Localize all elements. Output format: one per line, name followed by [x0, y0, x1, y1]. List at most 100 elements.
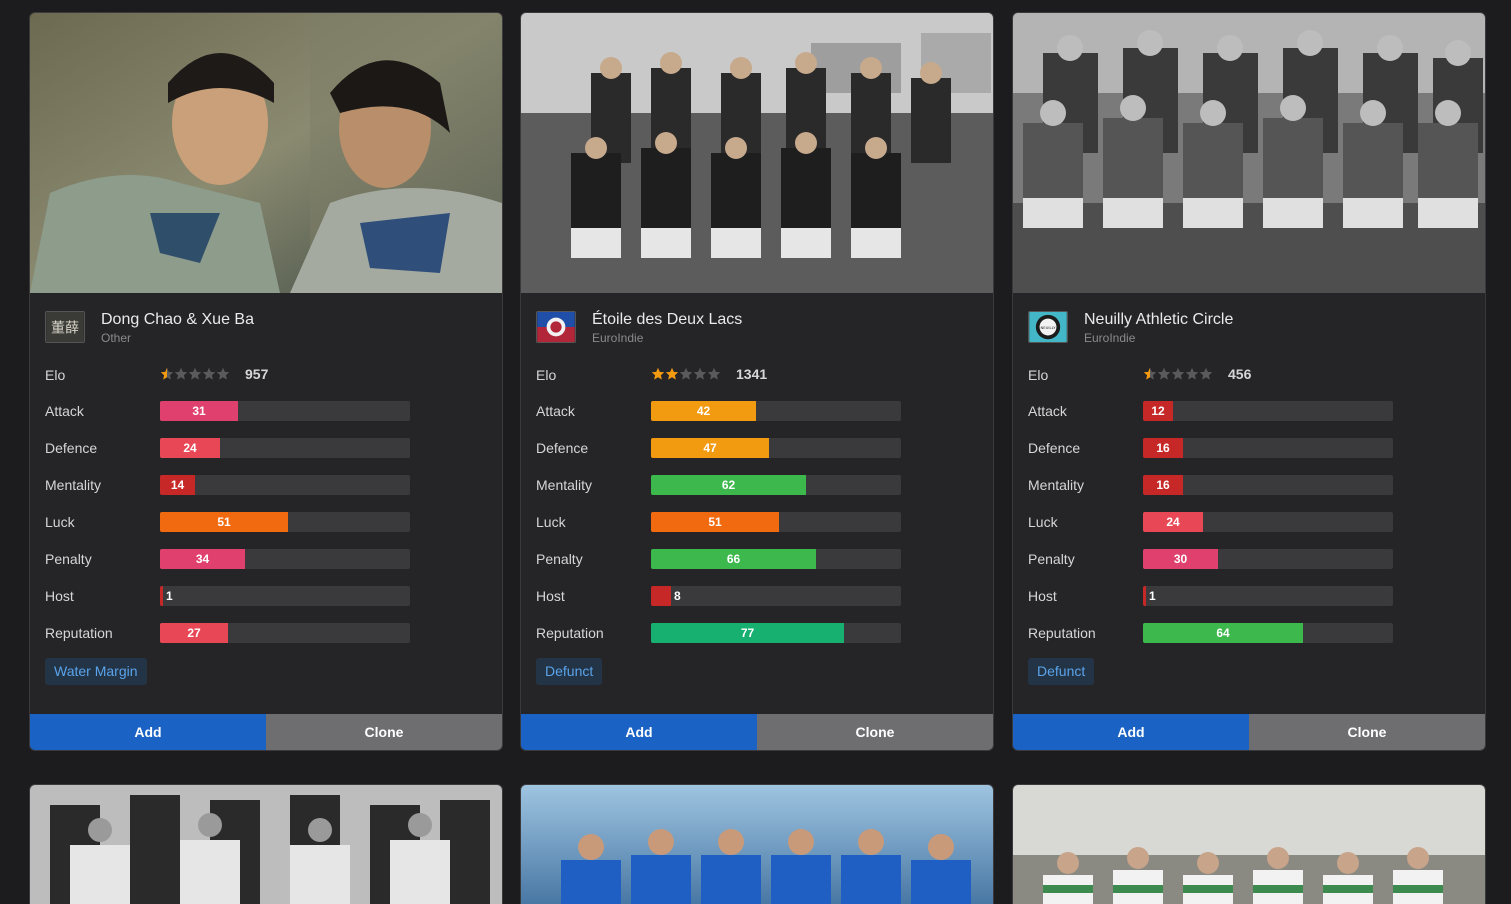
team-tag[interactable]: Defunct	[1028, 658, 1095, 685]
stat-bar-track: 64	[1143, 623, 1393, 643]
elo-value: 456	[1228, 366, 1252, 382]
stat-label: Host	[1028, 588, 1057, 604]
team-name: Étoile des Deux Lacs	[592, 311, 743, 328]
stat-row-reputation: Reputation 64	[1028, 623, 1468, 643]
stat-row-reputation: Reputation 77	[536, 623, 976, 643]
elo-label: Elo	[45, 367, 66, 383]
team-photo	[521, 13, 993, 293]
stat-row-mentality: Mentality 14	[45, 475, 485, 495]
stat-label: Defence	[536, 440, 589, 456]
stat-value: 1	[166, 589, 173, 603]
team-logo: 董薛	[45, 311, 85, 343]
team-tag[interactable]: Water Margin	[45, 658, 147, 685]
team-photo	[30, 785, 502, 904]
clone-button[interactable]: Clone	[757, 714, 993, 750]
stat-value: 27	[187, 626, 201, 640]
stat-bar-track: 66	[651, 549, 901, 569]
team-card: 董薛 Dong Chao & Xue Ba Other Elo 957 Atta…	[29, 12, 503, 751]
stat-value: 16	[1156, 441, 1170, 455]
stat-bar-track: 77	[651, 623, 901, 643]
star-icons	[160, 367, 230, 380]
stat-bar-track: 62	[651, 475, 901, 495]
stat-value: 62	[721, 478, 736, 492]
team-logo: NEUILLY	[1028, 311, 1068, 343]
stat-label: Luck	[45, 514, 75, 530]
star-icon	[174, 367, 188, 380]
team-league: Other	[101, 331, 132, 345]
elo-row: Elo 957	[45, 365, 485, 385]
stat-value: 34	[195, 552, 210, 566]
star-icon	[693, 367, 707, 380]
stat-row-luck: Luck 24	[1028, 512, 1468, 532]
star-icon	[1157, 367, 1171, 380]
stat-label: Luck	[536, 514, 566, 530]
team-name: Dong Chao & Xue Ba	[101, 311, 254, 328]
elo-label: Elo	[1028, 367, 1049, 383]
stat-row-host: Host 1	[1028, 586, 1468, 606]
stat-bar-fill	[651, 586, 671, 606]
star-rating	[1143, 367, 1215, 383]
star-icon	[1199, 367, 1213, 380]
stat-value: 77	[740, 626, 755, 640]
stat-row-attack: Attack 42	[536, 401, 976, 421]
logo-text: NEUILLY	[1041, 326, 1057, 330]
stat-value: 14	[170, 478, 185, 492]
star-rating	[160, 367, 232, 383]
stat-bar-track: 8	[651, 586, 901, 606]
stat-value: 30	[1173, 552, 1188, 566]
stat-row-reputation: Reputation 27	[45, 623, 485, 643]
stat-label: Attack	[536, 403, 575, 419]
add-button[interactable]: Add	[1013, 714, 1249, 750]
star-rating	[651, 367, 723, 383]
logo-text: 董薛	[51, 321, 79, 337]
elo-value: 1341	[736, 366, 768, 382]
team-tag[interactable]: Defunct	[536, 658, 603, 685]
team-card	[29, 784, 503, 904]
stat-value: 31	[192, 404, 206, 418]
stat-label: Host	[45, 588, 74, 604]
star-icon	[216, 367, 230, 380]
stat-row-penalty: Penalty 66	[536, 549, 976, 569]
clone-button[interactable]: Clone	[1249, 714, 1485, 750]
stat-bar-track: 34	[160, 549, 410, 569]
stat-label: Mentality	[1028, 477, 1085, 493]
star-icon	[1143, 367, 1157, 380]
stat-value: 24	[183, 441, 197, 455]
stat-bar-track: 24	[160, 438, 410, 458]
add-button[interactable]: Add	[30, 714, 266, 750]
team-photo	[1013, 13, 1485, 293]
clone-button[interactable]: Clone	[266, 714, 502, 750]
star-icon	[1185, 367, 1199, 380]
stat-label: Host	[536, 588, 565, 604]
stat-value: 66	[726, 552, 741, 566]
stat-row-defence: Defence 47	[536, 438, 976, 458]
team-card	[520, 784, 994, 904]
star-icon	[1171, 367, 1185, 380]
star-icon	[665, 367, 679, 380]
team-card: Étoile des Deux Lacs EuroIndie Elo 1341 …	[520, 12, 994, 751]
stat-row-host: Host 8	[536, 586, 976, 606]
star-icon	[160, 367, 174, 380]
stat-label: Attack	[45, 403, 84, 419]
stat-row-mentality: Mentality 62	[536, 475, 976, 495]
stat-label: Reputation	[536, 625, 604, 641]
stat-row-attack: Attack 31	[45, 401, 485, 421]
stat-bar-track: 47	[651, 438, 901, 458]
stat-row-mentality: Mentality 16	[1028, 475, 1468, 495]
stat-bar-track: 31	[160, 401, 410, 421]
stat-bar-track: 42	[651, 401, 901, 421]
stat-bar-track: 51	[651, 512, 901, 532]
stat-value: 42	[696, 404, 711, 418]
stat-label: Penalty	[1028, 551, 1075, 567]
star-icon	[651, 367, 665, 380]
stat-bar-track: 1	[160, 586, 410, 606]
stat-bar-fill	[160, 586, 163, 606]
team-card	[1012, 784, 1486, 904]
add-button[interactable]: Add	[521, 714, 757, 750]
elo-value: 957	[245, 366, 269, 382]
stat-bar-track: 24	[1143, 512, 1393, 532]
team-name: Neuilly Athletic Circle	[1084, 311, 1234, 328]
stat-label: Attack	[1028, 403, 1067, 419]
team-logo	[536, 311, 576, 343]
stat-label: Reputation	[45, 625, 113, 641]
